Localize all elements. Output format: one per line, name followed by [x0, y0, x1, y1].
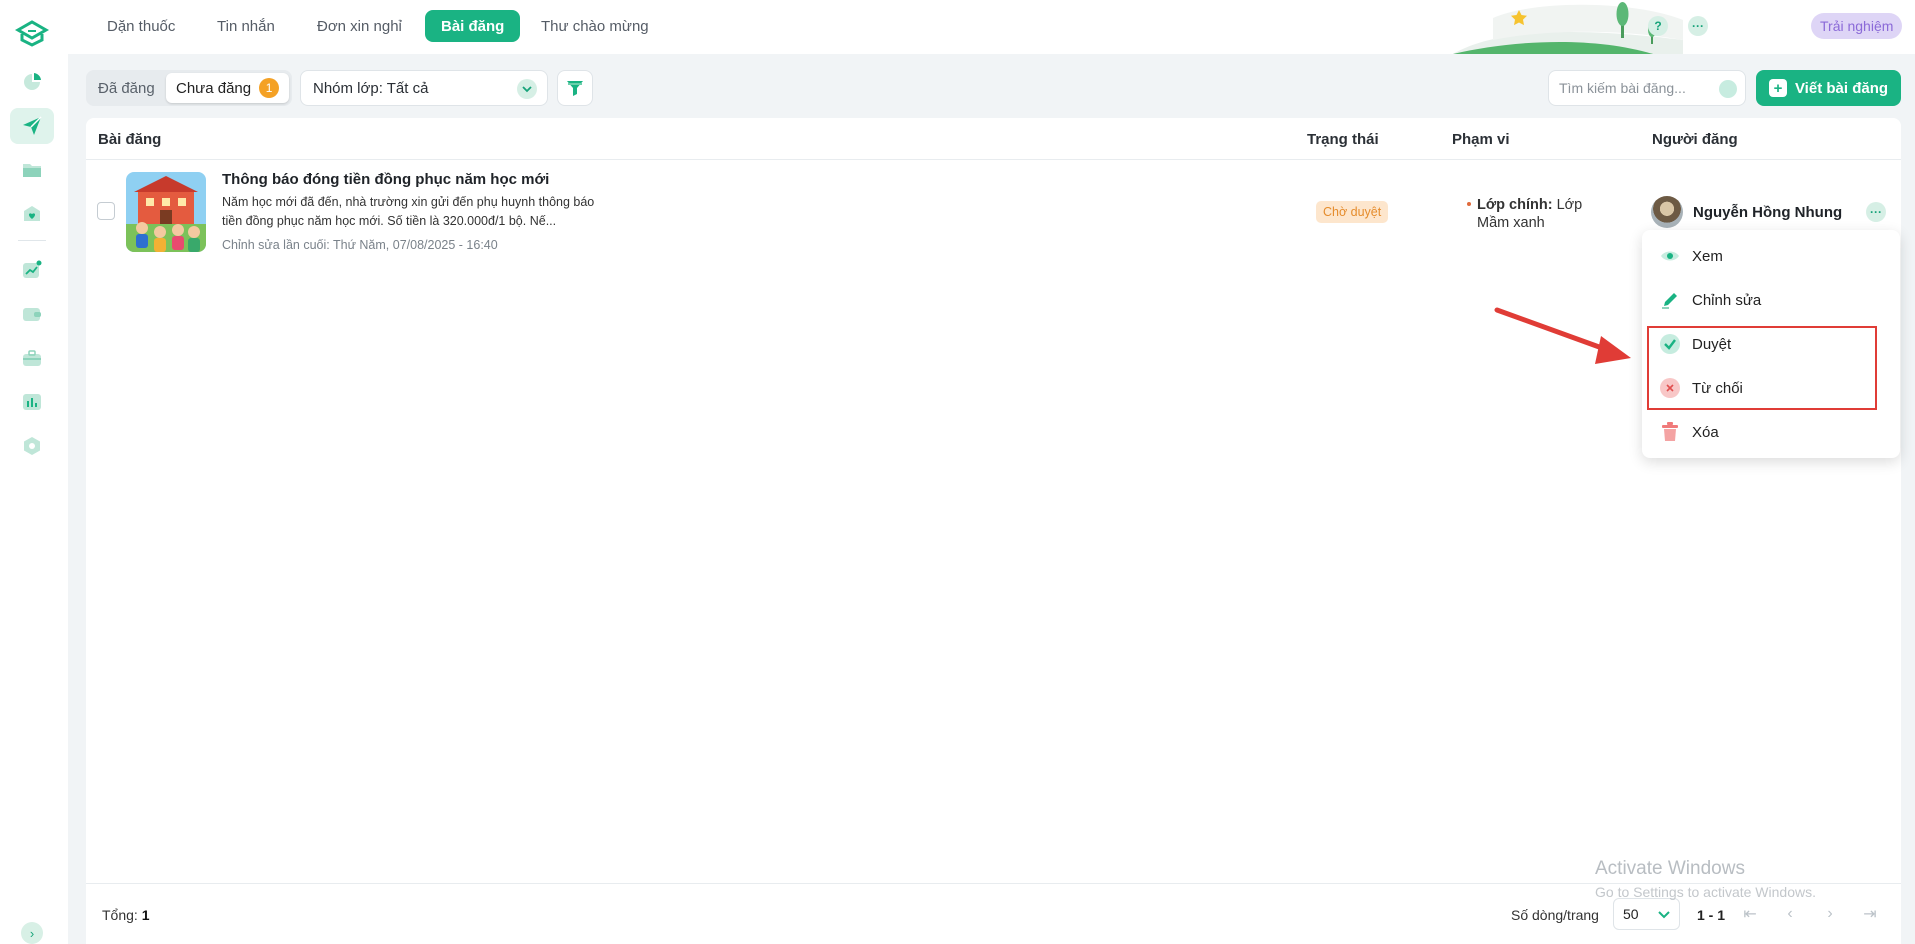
poster-name: Nguyễn Hồng Nhung [1693, 204, 1843, 221]
eye-icon [1660, 246, 1680, 266]
prev-page-icon[interactable]: ‹ [1779, 903, 1801, 925]
chart-line-icon[interactable] [10, 252, 54, 288]
plus-icon: + [1768, 79, 1787, 97]
page-range: 1 - 1 [1697, 907, 1726, 923]
sidebar-expand-icon[interactable]: › [21, 922, 43, 944]
post-title[interactable]: Thông báo đóng tiền đồng phục năm học mớ… [222, 171, 549, 188]
settings-icon[interactable] [10, 428, 54, 464]
activate-windows-subtitle: Go to Settings to activate Windows. [1595, 884, 1816, 900]
more-apps-icon[interactable]: ··· [1688, 16, 1708, 36]
annotation-arrow [1494, 307, 1631, 364]
rows-per-page-select[interactable]: 50 [1613, 898, 1680, 930]
trial-button[interactable]: Trải nghiệm [1811, 13, 1903, 39]
first-page-icon[interactable]: ⇤ [1739, 903, 1761, 925]
bullet-dot [1467, 202, 1471, 206]
column-header-scope[interactable]: Phạm vi [1452, 131, 1510, 148]
top-navigation: Dặn thuốc Tin nhắn Đơn xin nghỉ Bài đăng… [68, 0, 1915, 54]
sidebar-divider [18, 240, 46, 241]
column-header-status[interactable]: Trạng thái [1307, 131, 1379, 148]
highlight-box [1647, 326, 1877, 410]
menu-item-edit[interactable]: Chỉnh sửa [1642, 280, 1900, 320]
next-page-icon[interactable]: › [1819, 903, 1841, 925]
rows-per-page-label: Số dòng/trang [1511, 907, 1599, 923]
search-box [1548, 70, 1746, 106]
tab-tin-nhan[interactable]: Tin nhắn [201, 10, 291, 42]
wallet-icon[interactable] [10, 296, 54, 332]
logo-icon[interactable] [14, 18, 50, 48]
tab-thu-chao-mung[interactable]: Thư chào mừng [525, 10, 665, 42]
search-icon[interactable] [1719, 80, 1737, 98]
poster-avatar [1651, 196, 1683, 228]
tab-don-xin-nghi[interactable]: Đơn xin nghỉ [301, 10, 418, 42]
post-scope: Lớp chính: Lớp Mầm xanh [1467, 196, 1617, 232]
posted-tab[interactable]: Đã đăng [88, 73, 165, 103]
group-filter-select[interactable]: Nhóm lớp: Tất cả [300, 70, 548, 106]
filter-icon [567, 81, 583, 96]
scope-label: Lớp chính: [1477, 197, 1553, 213]
post-status-toggle: Đã đăng Chưa đăng 1 [86, 70, 292, 106]
bar-chart-icon[interactable] [10, 384, 54, 420]
filter-button[interactable] [557, 70, 593, 106]
post-edited-time: Chỉnh sửa lần cuối: Thứ Năm, 07/08/2025 … [222, 238, 498, 252]
row-checkbox[interactable] [97, 202, 115, 220]
post-thumbnail [126, 172, 206, 252]
posts-table: Bài đăng Trạng thái Phạm vi Người đăng T… [86, 118, 1901, 944]
dashboard-icon[interactable] [10, 64, 54, 100]
chevron-down-icon [1658, 911, 1670, 919]
folder-icon[interactable] [10, 152, 54, 188]
trash-icon [1660, 422, 1680, 442]
briefcase-icon[interactable] [10, 340, 54, 376]
tab-bai-dang[interactable]: Bài đăng [425, 10, 521, 42]
status-badge: Chờ duyệt [1316, 201, 1389, 223]
heart-icon[interactable] [10, 196, 54, 232]
last-page-icon[interactable]: ⇥ [1859, 903, 1881, 925]
tab-dan-thuoc[interactable]: Dặn thuốc [91, 10, 191, 42]
row-more-icon[interactable]: ··· [1866, 202, 1886, 222]
menu-item-delete[interactable]: Xóa [1642, 412, 1900, 452]
help-icon[interactable]: ? [1648, 16, 1668, 36]
table-header: Bài đăng Trạng thái Phạm vi Người đăng [86, 118, 1901, 160]
sidebar: › [0, 0, 68, 944]
menu-item-view[interactable]: Xem [1642, 236, 1900, 276]
send-icon[interactable] [10, 108, 54, 144]
unposted-count-badge: 1 [259, 78, 280, 98]
chevron-down-icon [517, 79, 537, 99]
search-input[interactable] [1559, 80, 1719, 96]
column-header-post[interactable]: Bài đăng [98, 131, 161, 148]
total-count: Tổng: 1 [102, 907, 150, 923]
pencil-icon [1660, 290, 1680, 310]
post-description: Năm học mới đã đến, nhà trường xin gửi đ… [222, 195, 595, 228]
column-header-poster[interactable]: Người đăng [1652, 131, 1738, 148]
unposted-tab[interactable]: Chưa đăng 1 [166, 73, 290, 103]
write-post-button[interactable]: + Viết bài đăng [1756, 70, 1901, 106]
activate-windows-title: Activate Windows [1595, 858, 1745, 879]
